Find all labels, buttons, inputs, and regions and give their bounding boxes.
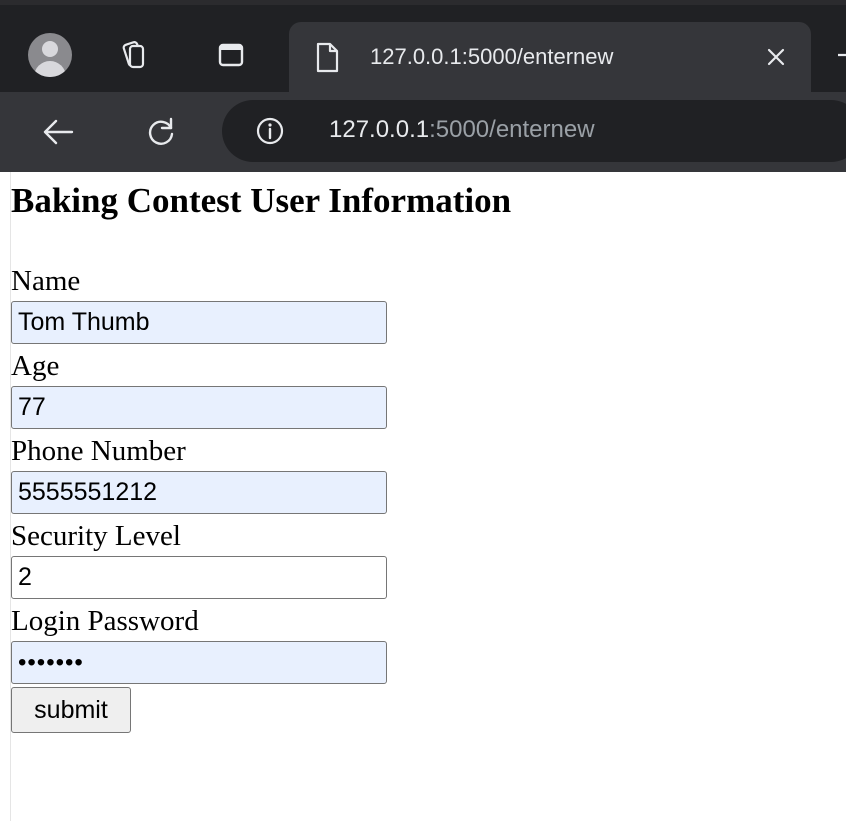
- back-button[interactable]: [38, 112, 78, 152]
- site-info-icon[interactable]: [256, 117, 284, 150]
- page-title: Baking Contest User Information: [11, 181, 512, 220]
- page-document-icon: [313, 42, 341, 79]
- address-bar[interactable]: 127.0.0.1:5000/enternew: [222, 100, 846, 162]
- name-label: Name: [11, 265, 81, 297]
- browser-tab-strip: 127.0.0.1:5000/enternew: [0, 0, 846, 92]
- security-level-label: Security Level: [11, 520, 181, 552]
- security-level-input[interactable]: [11, 556, 387, 599]
- collections-icon-graphic: [122, 41, 145, 69]
- url-host: 127.0.0.1: [329, 116, 430, 143]
- age-input[interactable]: [11, 386, 387, 429]
- phone-number-input[interactable]: [11, 471, 387, 514]
- page-content: Baking Contest User Information Name Age…: [11, 172, 846, 821]
- name-input[interactable]: [11, 301, 387, 344]
- tab-close-button[interactable]: [759, 40, 793, 74]
- login-password-label: Login Password: [11, 605, 199, 637]
- close-icon: [767, 48, 785, 66]
- address-url: 127.0.0.1:5000/enternew: [329, 116, 595, 144]
- new-tab-button[interactable]: [836, 40, 846, 70]
- avatar-body: [34, 61, 66, 77]
- browser-toolbar: 127.0.0.1:5000/enternew: [0, 92, 846, 172]
- tab-strip-top-edge: [0, 0, 846, 5]
- collections-icon[interactable]: [114, 36, 152, 74]
- tab-actions-icon[interactable]: [212, 36, 250, 74]
- tab-title: 127.0.0.1:5000/enternew: [370, 44, 614, 69]
- login-password-input[interactable]: [11, 641, 387, 684]
- avatar-head: [42, 41, 58, 57]
- submit-button[interactable]: submit: [11, 687, 131, 733]
- url-path: :5000/enternew: [429, 116, 595, 143]
- plus-icon: [838, 53, 846, 57]
- phone-number-label: Phone Number: [11, 435, 186, 467]
- tab-actions-icon-graphic: [218, 43, 244, 67]
- tab-active[interactable]: 127.0.0.1:5000/enternew: [289, 22, 811, 92]
- profile-avatar[interactable]: [28, 33, 72, 77]
- reload-button[interactable]: [141, 112, 181, 152]
- reload-icon: [148, 117, 174, 145]
- back-arrow-icon: [43, 119, 74, 145]
- age-label: Age: [11, 350, 60, 382]
